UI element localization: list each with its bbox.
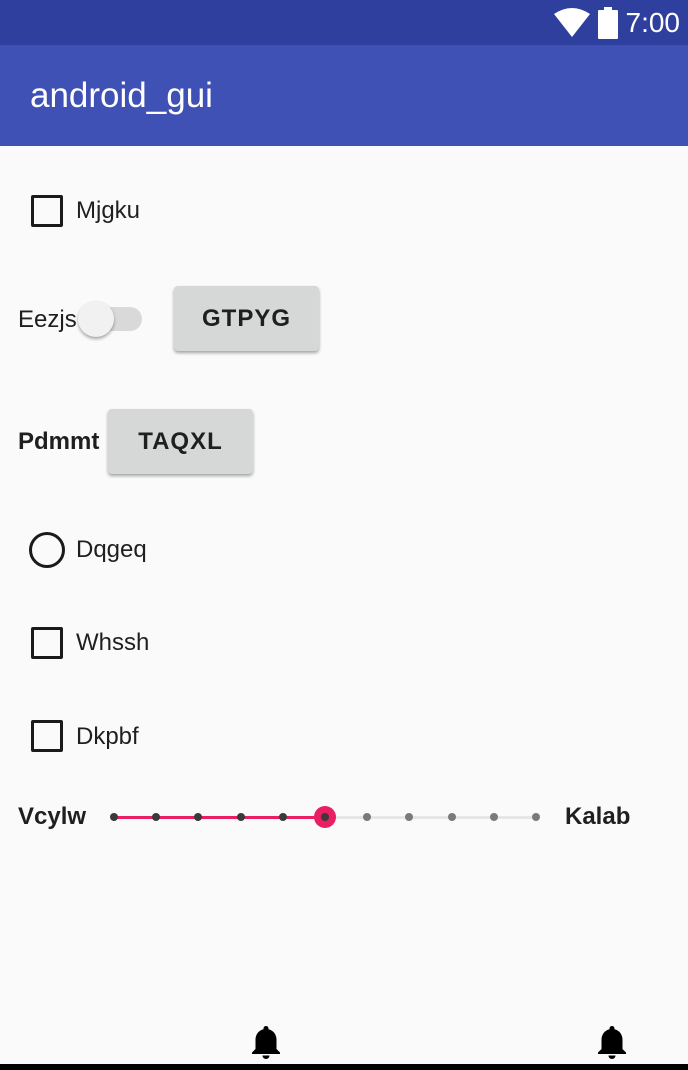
bell-icon[interactable] <box>594 1024 630 1060</box>
app-bar: android_gui <box>0 45 688 146</box>
seekbar-tick <box>532 813 540 821</box>
status-icons: 7:00 <box>553 0 681 45</box>
seekbar-left-label: Vcylw <box>18 803 87 830</box>
seekbar-tick <box>110 813 118 821</box>
switch-thumb[interactable] <box>78 301 114 337</box>
bottom-edge <box>0 1064 688 1070</box>
checkbox-whssh-label[interactable]: Whssh <box>76 628 149 658</box>
seekbar-tick <box>447 813 456 821</box>
gtpyg-button[interactable]: GTPYG <box>174 286 319 351</box>
radio-dqgeq[interactable] <box>29 532 65 568</box>
taqxl-button[interactable]: TAQXL <box>108 409 253 474</box>
status-bar: 7:00 <box>0 0 688 45</box>
seekbar-tick <box>194 813 203 821</box>
radio-dqgeq-label[interactable]: Dqgeq <box>76 535 147 565</box>
seekbar-right-label: Kalab <box>565 803 631 830</box>
seekbar-thumb[interactable] <box>314 806 336 828</box>
wifi-icon <box>553 7 590 37</box>
seekbar-tick <box>489 813 498 821</box>
switch-label: Eezjs <box>18 306 77 333</box>
seekbar-thumb-dot <box>321 813 329 821</box>
bell-icon[interactable] <box>248 1024 284 1060</box>
checkbox-dkpbf[interactable] <box>31 720 63 752</box>
seekbar-track[interactable] <box>114 816 536 819</box>
seekbar-progress <box>114 816 325 819</box>
seekbar-tick <box>363 813 372 821</box>
seekbar-tick <box>152 813 161 821</box>
battery-icon <box>597 6 618 39</box>
checkbox-mjgku-label[interactable]: Mjgku <box>76 196 140 226</box>
app-title: android_gui <box>30 76 213 115</box>
pdmmt-label: Pdmmt <box>18 428 100 455</box>
checkbox-dkpbf-label[interactable]: Dkpbf <box>76 722 139 752</box>
checkbox-mjgku[interactable] <box>31 195 63 227</box>
status-time: 7:00 <box>625 7 681 38</box>
seekbar-tick <box>278 813 287 821</box>
checkbox-whssh[interactable] <box>31 627 63 659</box>
seekbar-tick <box>405 813 414 821</box>
seekbar-tick <box>236 813 245 821</box>
